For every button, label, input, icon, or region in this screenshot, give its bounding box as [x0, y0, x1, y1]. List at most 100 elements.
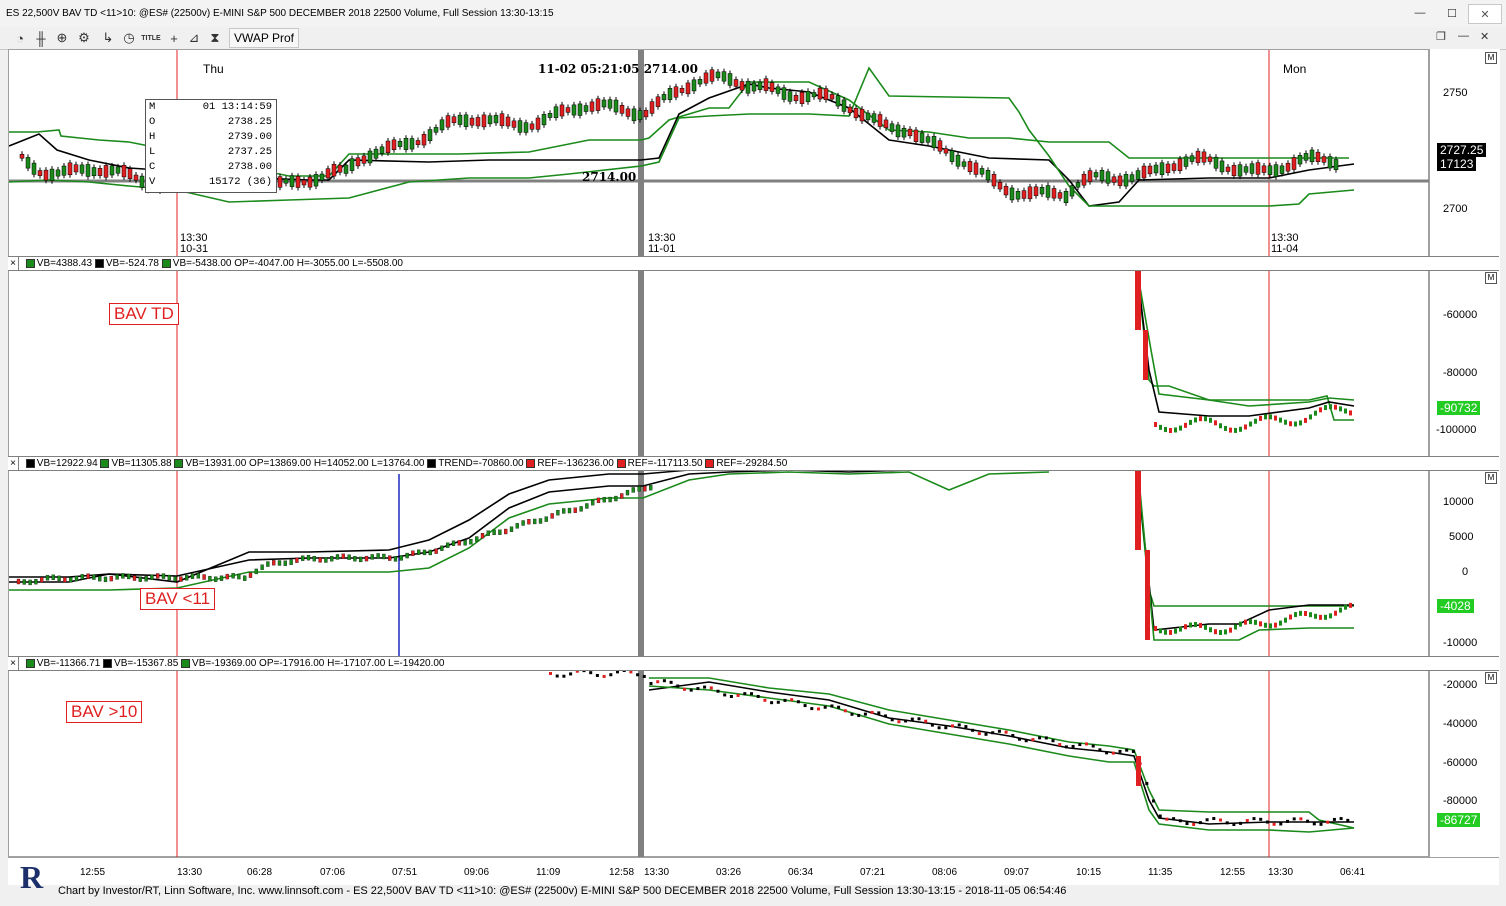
candle: [427, 129, 433, 141]
candle: [385, 140, 391, 153]
candle: [1243, 166, 1249, 173]
maximize-button[interactable]: ☐: [1436, 4, 1468, 22]
pane2-candle: [1234, 427, 1237, 433]
draw-icon[interactable]: ⊿: [184, 29, 204, 47]
crosshair-icon[interactable]: +: [164, 29, 184, 47]
cursor-timestamp: 11-02 05:21:05 2714.00: [538, 62, 698, 76]
pane4-candle: [736, 693, 740, 697]
pane3-candle: [1189, 622, 1192, 628]
close-pane-icon[interactable]: ×: [8, 257, 19, 270]
pane3-candle: [1254, 619, 1257, 625]
pane3-candle: [596, 497, 601, 504]
pane3-candle: [40, 577, 44, 583]
vwap-prof-button[interactable]: VWAP Prof: [229, 28, 300, 48]
close-pane-icon[interactable]: ×: [8, 457, 19, 470]
pane2-candle: [1199, 416, 1202, 422]
pane4-candle: [957, 723, 961, 727]
pane3-candle: [370, 554, 374, 560]
pane4-candle: [642, 674, 646, 678]
day-label: Mon: [1283, 62, 1307, 76]
pane4-candle: [991, 731, 995, 735]
pane2-candle: [1159, 424, 1162, 430]
pane3-candle: [1184, 624, 1187, 630]
ohlc-value: 2739.00: [227, 131, 272, 143]
candle: [1099, 169, 1105, 181]
date-mark-date: 10-31: [180, 243, 209, 255]
pane3-candle: [451, 540, 456, 546]
candle: [607, 99, 613, 109]
axis-menu-icon[interactable]: M: [1485, 672, 1497, 684]
axis-tick: -80000: [1443, 367, 1478, 379]
pane3-candle: [324, 557, 328, 563]
pane3-candle: [631, 487, 635, 493]
axis-menu-icon[interactable]: M: [1485, 272, 1497, 284]
clock-icon[interactable]: ◷: [119, 29, 139, 47]
close-icon[interactable]: ✕: [1480, 30, 1489, 43]
pane4-candle: [750, 692, 753, 696]
pane4-candle: [1232, 822, 1236, 826]
pane4-candle: [790, 698, 794, 702]
candle: [1177, 158, 1183, 171]
window-titlebar: ES 22,500V BAV TD <11>10: @ES# (22500v) …: [0, 0, 1506, 28]
minimize-icon[interactable]: —: [1458, 30, 1469, 42]
candle: [127, 168, 133, 179]
candle: [847, 106, 853, 114]
pane4-candle: [830, 704, 834, 708]
pane3-candle: [1204, 624, 1207, 630]
pane2-candle: [1264, 414, 1267, 420]
time-tick: 13:30: [177, 867, 203, 878]
candle: [1129, 174, 1135, 182]
axis-menu-icon[interactable]: M: [1485, 472, 1497, 484]
pane3-candle: [1294, 612, 1297, 618]
pane4-candle: [1051, 739, 1055, 743]
candle: [1081, 173, 1087, 186]
pane3-candle: [289, 559, 293, 565]
pane3-candle: [1164, 629, 1167, 635]
hourglass-icon[interactable]: ⧗: [205, 29, 225, 47]
pane3-candle: [1169, 629, 1172, 635]
pane4-candle: [870, 710, 874, 714]
candle: [1297, 155, 1303, 165]
candle: [589, 101, 595, 112]
pane4-candle: [1064, 745, 1068, 749]
pane4-candle: [1252, 817, 1256, 821]
pane4-candle: [971, 728, 975, 732]
pane2-hdr-item: VB=-524.78: [105, 258, 159, 269]
axis-menu-icon[interactable]: M: [1485, 52, 1497, 64]
pie-icon[interactable]: ◔: [10, 29, 30, 47]
candle: [307, 176, 313, 188]
pane3-hdr-item: VB=12922.94: [36, 458, 98, 469]
series-swatch: [25, 258, 35, 268]
candle: [787, 91, 793, 102]
pane4-candle: [1172, 817, 1176, 821]
pane3-candle: [202, 574, 206, 580]
close-pane-icon[interactable]: ×: [8, 657, 19, 670]
pane3-candle: [1219, 629, 1222, 635]
candle: [139, 175, 145, 188]
pane2-candle: [1174, 427, 1177, 433]
ohlc-key: M: [149, 101, 156, 113]
close-button[interactable]: ✕: [1468, 4, 1502, 24]
gear-icon[interactable]: ⚙: [74, 29, 94, 47]
restore-icon[interactable]: ❐: [1436, 30, 1446, 43]
time-tick: 11:09: [536, 867, 561, 878]
pane3-candle: [364, 555, 369, 562]
pane4-candle: [1158, 814, 1162, 818]
pane3-candle: [1179, 626, 1182, 632]
pane4-candle: [696, 687, 700, 691]
pane4-candle: [1339, 817, 1343, 821]
candle: [301, 179, 307, 186]
minimize-button[interactable]: —: [1404, 4, 1436, 22]
pane3-candle: [440, 545, 444, 551]
candle: [1075, 182, 1081, 188]
bars-icon[interactable]: ╫: [31, 29, 51, 47]
arrow-icon[interactable]: ↳: [98, 29, 118, 47]
pane4-candle: [1038, 736, 1042, 740]
pane4-candle: [676, 684, 680, 688]
candle: [1063, 191, 1069, 204]
pane3-candle: [330, 556, 334, 562]
title-icon[interactable]: TITLE: [141, 29, 161, 47]
pane3-candle: [254, 568, 258, 575]
candle: [487, 115, 493, 125]
zoom-icon[interactable]: ⊕: [52, 29, 72, 47]
